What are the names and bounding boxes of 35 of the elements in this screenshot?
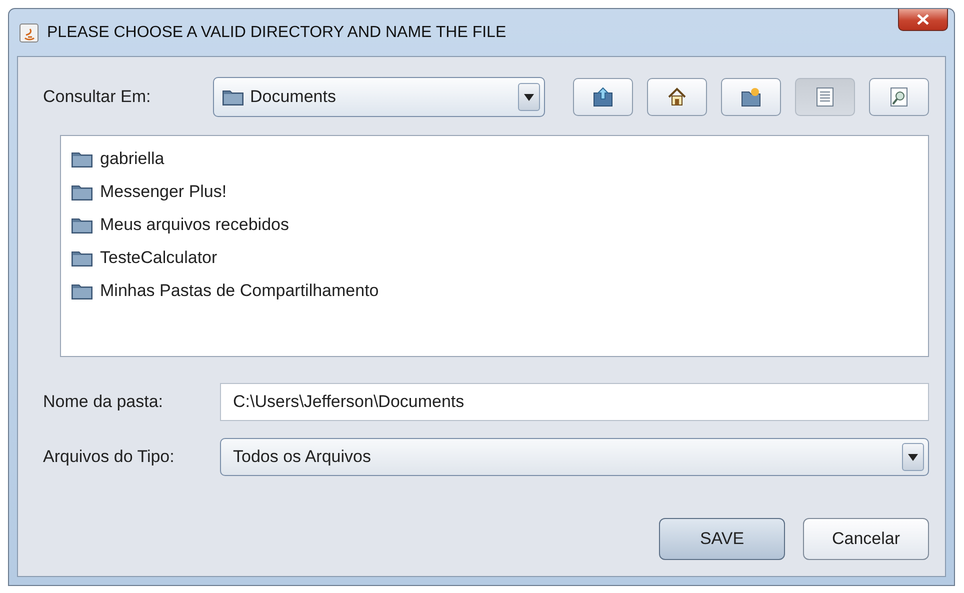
folder-item[interactable]: Minhas Pastas de Compartilhamento (100, 278, 379, 304)
new-folder-button[interactable] (721, 78, 781, 116)
list-view-icon (814, 86, 836, 108)
home-button[interactable] (647, 78, 707, 116)
details-view-icon (888, 86, 910, 108)
caret-icon (524, 94, 534, 100)
file-type-dropdown[interactable]: Todos os Arquivos (220, 438, 929, 476)
save-button[interactable]: SAVE (659, 518, 785, 560)
new-folder-icon (740, 86, 762, 108)
folder-item[interactable]: Meus arquivos recebidos (100, 212, 289, 238)
home-icon (666, 86, 688, 108)
close-button[interactable] (898, 9, 948, 31)
close-icon (917, 14, 929, 25)
look-in-dropdown[interactable]: Documents (213, 77, 545, 117)
file-type-label: Arquivos do Tipo: (43, 446, 176, 468)
java-icon (19, 22, 39, 42)
look-in-label: Consultar Em: (43, 86, 152, 108)
folder-item[interactable]: TesteCalculator (100, 244, 218, 270)
caret-icon (908, 454, 918, 460)
folder-icon (71, 182, 93, 200)
folder-icon (71, 150, 93, 168)
folder-icon (71, 248, 93, 266)
folder-icon (222, 88, 244, 106)
folder-icon (71, 216, 93, 234)
cancel-button[interactable]: Cancelar (803, 518, 929, 560)
folder-icon (71, 282, 93, 300)
list-view-button[interactable] (795, 78, 855, 116)
folder-item[interactable]: gabriella (100, 146, 164, 172)
folder-name-label: Nome da pasta: (43, 391, 164, 414)
details-view-button[interactable] (869, 78, 929, 116)
folder-up-icon (592, 86, 614, 108)
window-title: PLEASE CHOOSE A VALID DIRECTORY AND NAME THE FILE (47, 22, 506, 42)
folder-up-button[interactable] (573, 78, 633, 116)
folder-name-field[interactable]: C:\Users\Jefferson\Documents (220, 383, 929, 421)
folder-item[interactable]: Messenger Plus! (100, 178, 227, 204)
